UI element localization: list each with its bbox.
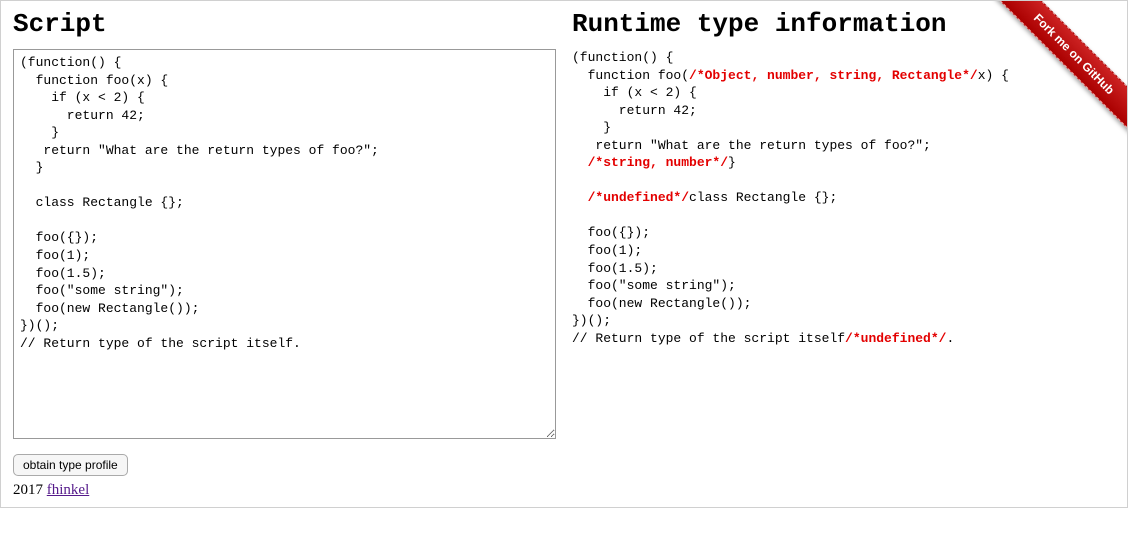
right-column: Runtime type information (function() { f… [572,7,1115,499]
code-text: (function() { function foo( [572,50,689,83]
code-text: class Rectangle {}; foo({}); foo(1); foo… [572,190,845,345]
type-annotation: /*undefined*/ [588,190,689,205]
type-annotation: /*string, number*/ [588,155,728,170]
footer-author-link[interactable]: fhinkel [47,482,90,498]
main-container: Script obtain type profile 2017 fhinkel … [0,0,1128,508]
script-textarea[interactable] [13,49,556,439]
script-heading: Script [13,9,556,39]
footer-year: 2017 [13,482,43,498]
obtain-type-profile-button[interactable]: obtain type profile [13,454,128,476]
footer: 2017 fhinkel [13,482,556,499]
code-text: . [946,331,954,346]
left-column: Script obtain type profile 2017 fhinkel [13,7,556,499]
type-annotation: /*Object, number, string, Rectangle*/ [689,68,978,83]
rti-output: (function() { function foo(/*Object, num… [572,49,1115,347]
type-annotation: /*undefined*/ [845,331,946,346]
